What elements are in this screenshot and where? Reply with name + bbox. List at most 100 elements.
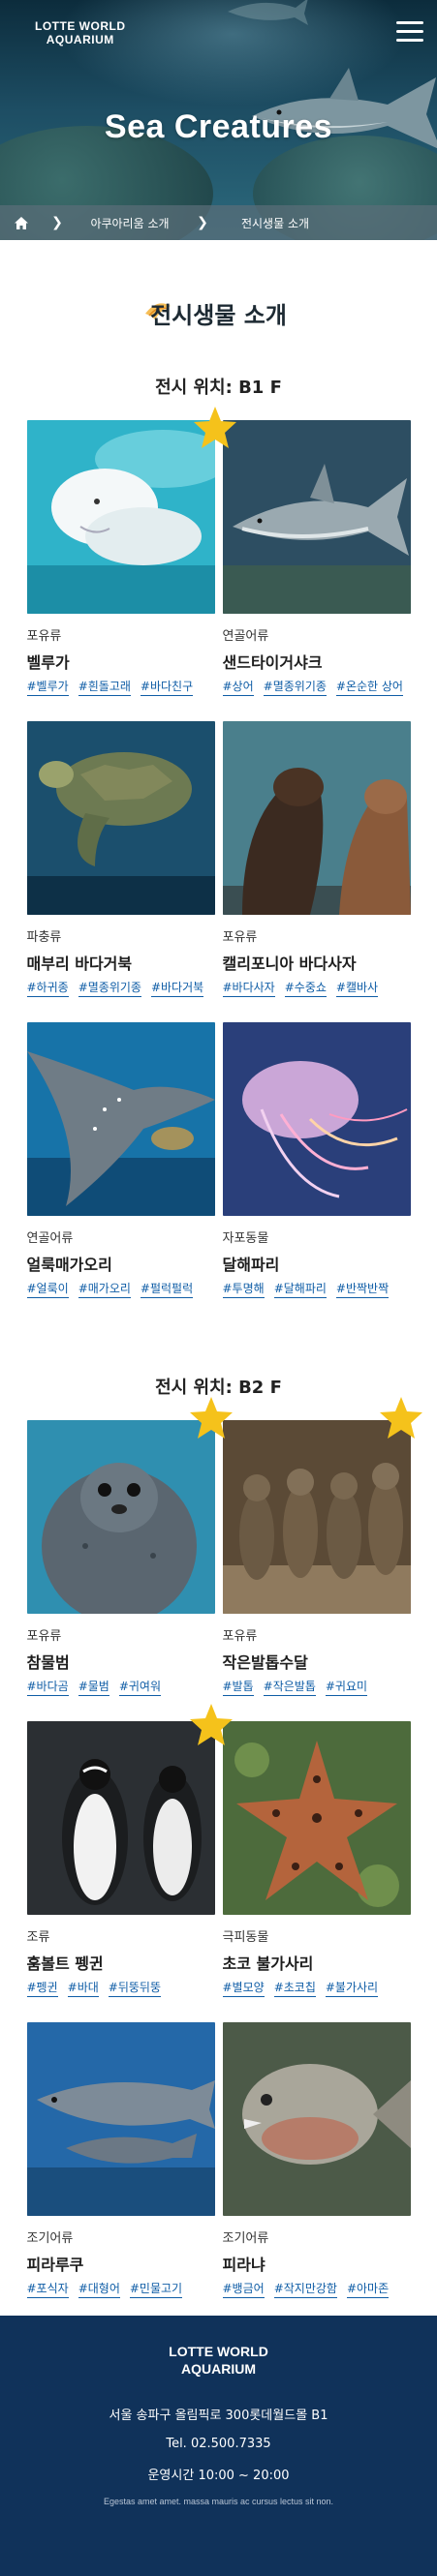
tag-link[interactable]: #펭귄 xyxy=(26,1980,58,1997)
tag-link[interactable]: #포식자 xyxy=(26,2281,69,2298)
tag-link[interactable]: #바다곰 xyxy=(26,1679,69,1696)
tag-link[interactable]: #대형어 xyxy=(78,2281,120,2298)
sea-lion-image xyxy=(222,721,411,915)
creature-card[interactable]: 자포동물 달해파리 #투명해 #달해파리 #반짝반짝 xyxy=(222,1022,411,1298)
creature-name: 참물범 xyxy=(26,1653,70,1672)
creature-card[interactable]: 극피동물 초코 불가사리 #별모양 #초코칩 #불가사리 xyxy=(222,1721,411,1997)
creature-card[interactable]: 파충류 매부리 바다거북 #하귀종 #멸종위기종 #바다거북 xyxy=(26,721,215,997)
section-heading: 전시생물 소개 xyxy=(0,296,437,335)
tag-link[interactable]: #물범 xyxy=(78,1679,109,1696)
creature-category: 극피동물 xyxy=(222,1930,269,1945)
creature-category: 파충류 xyxy=(26,930,62,945)
tag-link[interactable]: #불가사리 xyxy=(325,1980,379,1997)
tag-link[interactable]: #상어 xyxy=(222,679,254,696)
tag-link[interactable]: #멸종위기종 xyxy=(263,679,327,696)
creature-card[interactable]: 조류 훔볼트 펭귄 #펭귄 #바대 #뒤뚱뒤뚱 xyxy=(26,1704,233,1997)
tag-link[interactable]: #바다사자 xyxy=(222,980,275,997)
piranha-image xyxy=(222,2022,411,2216)
creature-category: 조기어류 xyxy=(222,2231,269,2246)
tag-link[interactable]: #얼룩이 xyxy=(26,1281,69,1298)
creature-card[interactable]: 포유류 벨루가 #벨루가 #흰돌고래 #바다친구 xyxy=(26,407,236,696)
tag-link[interactable]: #매가오리 xyxy=(78,1281,131,1298)
creature-card[interactable]: 포유류 참물범 #바다곰 #물범 #귀여워 xyxy=(26,1397,233,1696)
breadcrumb-item-current[interactable]: 전시생물 소개 xyxy=(217,215,333,231)
tag-link[interactable]: #펄럭펄럭 xyxy=(140,1281,194,1298)
creature-card[interactable]: 연골어류 샌드타이거샤크 #상어 #멸종위기종 #온순한 상어 xyxy=(222,420,411,696)
tag-link[interactable]: #민물고기 xyxy=(129,2281,183,2298)
logo[interactable]: LOTTE WORLD AQUARIUM xyxy=(35,19,125,46)
tag-link[interactable]: #투명해 xyxy=(222,1281,265,1298)
footer-note: Egestas amet amet. massa mauris ac cursu… xyxy=(103,2497,334,2506)
creature-category: 포유류 xyxy=(26,1629,62,1644)
creature-card[interactable]: 조기어류 피라냐 #뱅금어 #작지만강함 #아마존 xyxy=(222,2022,411,2298)
tag-link[interactable]: #아마존 xyxy=(346,2281,390,2298)
creature-category: 조류 xyxy=(26,1930,50,1945)
tag-list: #발톱 #작은발톱 #귀요미 xyxy=(222,1679,411,1696)
page-title: Sea Creatures xyxy=(104,108,333,145)
tag-list: #상어 #멸종위기종 #온순한 상어 xyxy=(222,679,411,696)
creature-card[interactable]: 연골어류 얼룩매가오리 #얼룩이 #매가오리 #펄럭펄럭 xyxy=(26,1022,215,1298)
tag-link[interactable]: #하귀종 xyxy=(26,980,69,997)
eagle-ray-image xyxy=(26,1022,215,1216)
footer-address: 서울 송파구 올림픽로 300롯데월드몰 B1 xyxy=(109,2409,328,2423)
tag-link[interactable]: #반짝반짝 xyxy=(335,1281,390,1298)
beluga-image xyxy=(26,420,215,614)
tag-link[interactable]: #귀요미 xyxy=(325,1679,368,1696)
creature-card[interactable]: 조기어류 피라루쿠 #포식자 #대형어 #민물고기 xyxy=(26,2022,215,2298)
tag-link[interactable]: #캘바사 xyxy=(335,980,379,997)
creature-category: 포유류 xyxy=(222,1629,258,1644)
tag-list: #얼룩이 #매가오리 #펄럭펄럭 xyxy=(26,1281,215,1298)
creature-card[interactable]: 포유류 캘리포니아 바다사자 #바다사자 #수중쇼 #캘바사 xyxy=(222,721,411,997)
creature-name: 훔볼트 펭귄 xyxy=(26,1955,104,1973)
tag-link[interactable]: #발톱 xyxy=(222,1679,254,1696)
creature-category: 포유류 xyxy=(26,629,62,644)
arapaima-image xyxy=(26,2022,215,2216)
home-icon[interactable] xyxy=(0,216,43,230)
creature-name: 매부리 바다거북 xyxy=(26,955,133,973)
tag-link[interactable]: #온순한 상어 xyxy=(335,679,403,696)
hero-banner: LOTTE WORLD AQUARIUM Sea Creatures ❯ 아쿠아… xyxy=(0,0,437,240)
tag-link[interactable]: #벨루가 xyxy=(26,679,69,696)
tag-link[interactable]: #바대 xyxy=(67,1980,99,1997)
small-clawed-otter-image xyxy=(222,1420,411,1614)
menu-button[interactable] xyxy=(396,21,423,43)
tag-link[interactable]: #초코칩 xyxy=(273,1980,316,1997)
star-icon xyxy=(189,1397,233,1439)
creature-category: 연골어류 xyxy=(222,629,269,644)
tag-link[interactable]: #흰돌고래 xyxy=(78,679,131,696)
breadcrumb-item[interactable]: 아쿠아리움 소개 xyxy=(72,215,188,231)
tag-list: #펭귄 #바대 #뒤뚱뒤뚱 xyxy=(26,1980,215,1997)
tag-link[interactable]: #멸종위기종 xyxy=(78,980,141,997)
moon-jellyfish-image xyxy=(222,1022,411,1216)
tag-link[interactable]: #귀여워 xyxy=(118,1679,162,1696)
creature-name: 달해파리 xyxy=(222,1256,280,1274)
star-icon xyxy=(379,1397,422,1439)
humboldt-penguin-image xyxy=(26,1721,215,1915)
breadcrumb: ❯ 아쿠아리움 소개 ❯ 전시생물 소개 xyxy=(0,205,437,240)
tag-link[interactable]: #작지만강함 xyxy=(273,2281,337,2298)
harbor-seal-image xyxy=(26,1420,215,1614)
tag-link[interactable]: #바다거북 xyxy=(150,980,204,997)
tag-link[interactable]: #뱅금어 xyxy=(222,2281,265,2298)
tag-list: #벨루가 #흰돌고래 #바다친구 xyxy=(26,679,215,696)
tag-link[interactable]: #바다친구 xyxy=(140,679,194,696)
footer-hours: 운영시간 10:00 ~ 20:00 xyxy=(147,2469,290,2483)
tag-list: #포식자 #대형어 #민물고기 xyxy=(26,2281,215,2298)
footer-logo[interactable]: LOTTE WORLD AQUARIUM xyxy=(0,2343,437,2378)
sand-tiger-shark-image xyxy=(222,420,411,614)
tag-list: #바다곰 #물범 #귀여워 xyxy=(26,1679,215,1696)
footer: LOTTE WORLD AQUARIUM 서울 송파구 올림픽로 300롯데월드… xyxy=(0,2316,437,2576)
creature-name: 얼룩매가오리 xyxy=(26,1256,112,1274)
creature-card[interactable]: 포유류 작은발톱수달 #발톱 #작은발톱 #귀요미 xyxy=(222,1397,422,1696)
tag-link[interactable]: #뒤뚱뒤뚱 xyxy=(108,1980,161,1997)
creature-name: 캘리포니아 바다사자 xyxy=(222,955,357,973)
tag-list: #하귀종 #멸종위기종 #바다거북 xyxy=(26,980,215,997)
sea-turtle-image xyxy=(26,721,215,915)
section-title: 전시생물 소개 xyxy=(150,302,287,329)
tag-list: #뱅금어 #작지만강함 #아마존 xyxy=(222,2281,411,2298)
tag-link[interactable]: #수중쇼 xyxy=(284,980,327,997)
tag-link[interactable]: #달해파리 xyxy=(273,1281,327,1298)
creature-grid-b2: 포유류 참물범 #바다곰 #물범 #귀여워 포유류 작은발톱수달 #발톱 #작은… xyxy=(26,1397,422,2323)
tag-link[interactable]: #작은발톱 xyxy=(263,1679,316,1696)
tag-link[interactable]: #별모양 xyxy=(222,1980,265,1997)
